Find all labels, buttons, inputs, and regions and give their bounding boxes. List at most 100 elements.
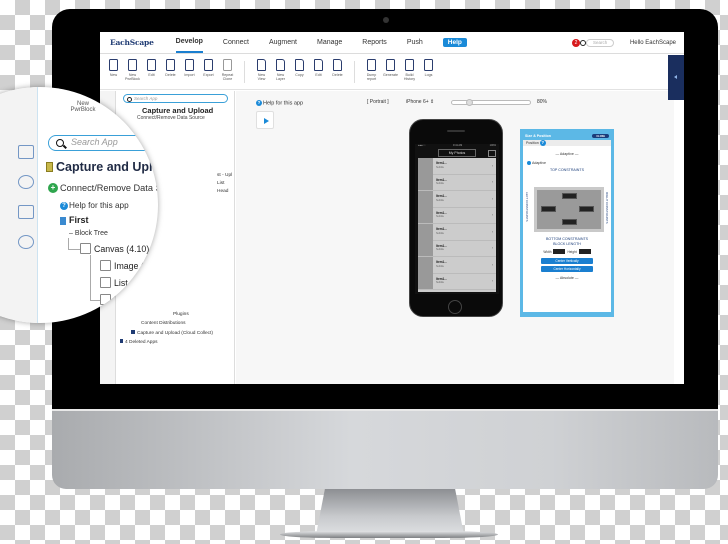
adaptive-toggle[interactable]: Adaptive [523,161,611,166]
cloud-collect-item[interactable]: Capture and Upload (Cloud Collect) [131,330,213,336]
phone-list-item[interactable]: Item1... Subtitle › [418,256,496,274]
edit-label[interactable]: Edit [110,106,120,112]
tool-generate[interactable]: Generate [383,59,398,77]
collapse-panel-tab[interactable] [668,55,684,100]
radio-icon [527,161,531,166]
help-for-app-link[interactable]: ? Help for this app [60,201,129,210]
left-constraint-input[interactable] [541,206,556,212]
layout-icon[interactable] [18,205,34,219]
tree-node-text[interactable]: Text (4.00):First [100,294,158,305]
help-button[interactable]: Help [442,38,467,47]
phone-list-item[interactable]: Item1... Subtitle › [418,174,496,191]
toolbar-divider [354,61,355,83]
thumbnail [418,273,433,290]
webcam [383,17,389,23]
top-navigation: EachScape Develop Connect Augment Manage… [100,32,684,54]
app-icon [131,330,135,334]
phone-list-item[interactable]: Item1... Subtitle › [418,273,496,290]
close-panel-button[interactable]: CLOSE [592,134,609,138]
blocks-icon[interactable] [18,175,34,189]
tool-new[interactable]: New [106,59,121,77]
absolute-header: — Absolute — [555,276,579,280]
view-first[interactable]: First [60,215,89,225]
report-icon [367,59,376,71]
tool-logs[interactable]: Logs [421,59,436,77]
phone-list-item[interactable]: Item1... Subtitle › [418,223,496,241]
connect-data-source-link[interactable]: + Connect/Remove Data Source [48,183,158,193]
tool-new-layer[interactable]: New Layer [273,59,288,81]
zoom-slider[interactable] [451,99,531,106]
tool-edit-view[interactable]: Edit [311,59,326,77]
delete-label[interactable]: Delete [150,106,158,112]
help-for-app-link[interactable]: ? Help for this app [256,100,303,106]
global-search-input[interactable]: Search [579,38,614,47]
node-checkbox[interactable] [100,277,111,288]
phone-title[interactable]: My Photos [437,149,477,157]
height-input[interactable] [578,249,591,254]
magnified-app-title: Capture and Upload [46,160,158,174]
notification-badge[interactable]: 2 [571,38,580,47]
device-select[interactable]: iPhone 6+ ⇕ [406,99,434,105]
width-input[interactable] [553,249,566,254]
plus-icon: + [48,183,58,193]
tool-build-history[interactable]: Build History [402,59,417,81]
node-checkbox[interactable] [80,243,91,254]
magnified-search-input[interactable]: Search App [48,135,158,151]
phone-screen: ●●●○○ 9:41 AM 100% My Photos Item1... Sub… [415,144,499,294]
size-position-panel: Size & Position CLOSE Position ? — Adapt… [520,129,614,317]
node-checkbox[interactable] [100,294,111,305]
tool-edit[interactable]: Edit [144,59,159,77]
plugins-item[interactable]: Plugins [173,312,189,317]
nav-reports[interactable]: Reports [362,33,387,52]
chevron-right-icon: › [491,262,493,267]
nav-connect[interactable]: Connect [223,33,249,52]
play-button[interactable] [256,111,274,129]
phone-list-item[interactable]: Item1... Subtitle › [418,207,496,224]
tool-delete-view[interactable]: Delete [330,59,345,77]
new-pwrblock-label[interactable]: New PwrBlock [68,101,98,113]
zoom-slider-knob[interactable] [466,99,474,106]
position-section[interactable]: Position ? [523,140,611,147]
deleted-apps-item[interactable]: 4 Deleted Apps [120,339,158,345]
bottom-constraint-input[interactable] [562,219,577,225]
nav-manage[interactable]: Manage [317,33,342,52]
tree-connector [68,238,80,250]
constraints-box [534,187,604,232]
chevron-right-icon: › [491,180,493,185]
thumbnail [418,207,433,224]
tool-new-pwrblock[interactable]: New PwrBlock [125,59,140,81]
camera-icon[interactable] [488,149,496,157]
center-vertically-button[interactable]: Center Vertically [541,258,593,264]
tool-delete[interactable]: Delete [163,59,178,77]
chevron-right-icon: › [491,246,493,251]
app-screen: EachScape Develop Connect Augment Manage… [100,32,684,384]
phone-list-item[interactable]: Item1... Subtitle › [418,158,496,175]
tool-new-view[interactable]: New View [254,59,269,81]
phone-list-item[interactable]: Item1... Subtitle › [418,190,496,208]
users-icon[interactable] [18,235,34,249]
node-checkbox[interactable] [100,260,111,271]
center-horizontally-button[interactable]: Center Horizontally [541,266,593,272]
right-constraint-input[interactable] [579,206,594,212]
tool-import[interactable]: Import [182,59,197,77]
nav-augment[interactable]: Augment [269,33,297,52]
tool-repeat-clone[interactable]: Repeat Clone [220,59,235,81]
user-greeting[interactable]: Hello EachScape [630,40,676,46]
orientation-select[interactable]: [ Portrait ] [367,99,389,105]
phone-list-item[interactable]: Item1... Subtitle › [418,240,496,257]
block-tree-toggle[interactable]: – Block Tree [69,230,108,237]
nav-push[interactable]: Push [407,33,423,52]
tree-node-image[interactable]: Image (4.00):First - U [100,260,158,271]
tree-node-canvas[interactable]: Canvas (4.10) [80,243,149,254]
thumbnail [418,240,433,257]
tree-node-list[interactable]: List (4.00):First - L [100,277,158,288]
zoom-value: 80% [537,99,548,105]
sitemap-icon[interactable] [18,145,34,159]
tool-dump-report[interactable]: Dump report [364,59,379,81]
tool-export[interactable]: Export [201,59,216,77]
logo[interactable]: EachScape [110,38,154,47]
top-constraint-input[interactable] [562,193,577,199]
tool-copy[interactable]: Copy [292,59,307,77]
nav-develop[interactable]: Develop [175,32,203,53]
pwrblock-icon [128,59,137,71]
